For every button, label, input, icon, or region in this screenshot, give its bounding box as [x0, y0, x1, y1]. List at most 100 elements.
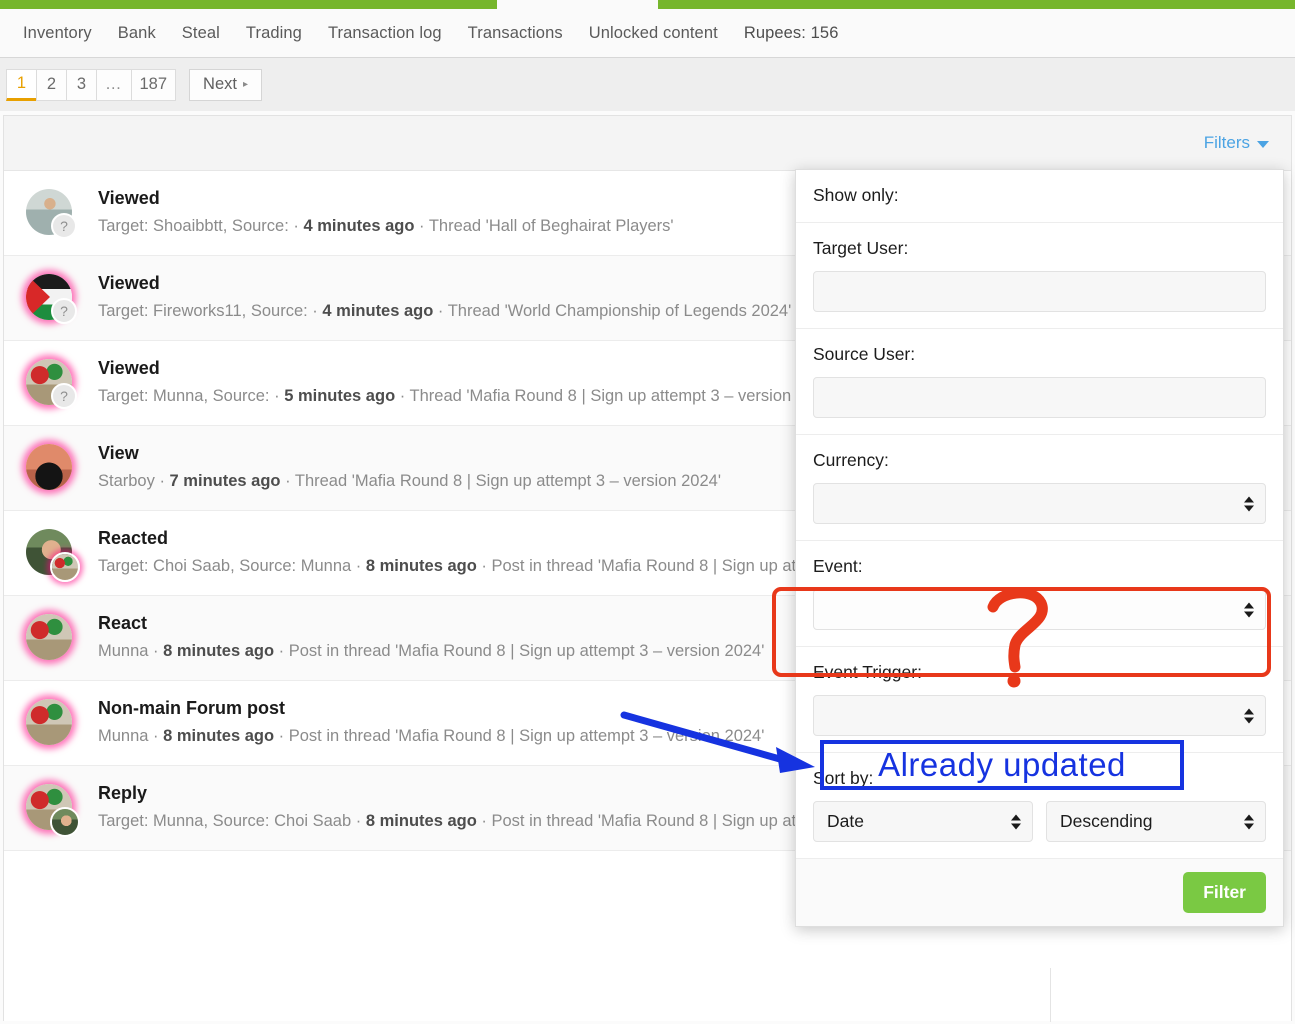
target-user-input[interactable] — [813, 271, 1266, 312]
nav-item-rupees-balance: Rupees: 156 — [743, 23, 839, 42]
row-timestamp: 8 minutes ago — [163, 642, 275, 661]
filters-toggle-button[interactable]: Filters — [1204, 133, 1269, 153]
source-user-section: Source User: — [796, 329, 1283, 435]
row-source-prefix: , Source: — [241, 302, 313, 321]
event-trigger-section: Event Trigger: — [796, 647, 1283, 753]
row-target-user[interactable]: Munna — [153, 387, 203, 405]
nav-item-trading[interactable]: Trading — [233, 24, 315, 43]
row-timestamp: 5 minutes ago — [284, 387, 396, 406]
chevron-right-icon: ▸ — [242, 79, 248, 90]
sort-direction-select[interactable]: Descending — [1046, 801, 1266, 842]
nav-item-transactions[interactable]: Transactions — [455, 24, 576, 43]
row-source-prefix: , Source: — [230, 557, 301, 576]
nav-item-transaction-log[interactable]: Transaction log — [315, 24, 455, 43]
row-context[interactable]: Post in thread 'Mafia Round 8 | Sign up … — [289, 727, 765, 745]
row-target-user[interactable]: Choi Saab — [153, 557, 230, 575]
row-user[interactable]: Munna — [98, 642, 148, 660]
row-context[interactable]: Thread 'World Championship of Legends 20… — [448, 302, 792, 320]
event-select[interactable] — [813, 589, 1266, 630]
avatar-wrapper: ? — [22, 187, 80, 239]
filters-toggle-label: Filters — [1203, 133, 1250, 152]
row-source-prefix: , Source: — [203, 387, 275, 406]
row-target-prefix: Target: — [98, 302, 154, 321]
page-button-3[interactable]: 3 — [66, 68, 97, 101]
row-user[interactable]: Starboy — [98, 472, 155, 490]
page-root: Inventory Bank Steal Trading Transaction… — [0, 0, 1295, 1024]
filter-submit-button[interactable]: Filter — [1183, 872, 1266, 913]
select-spinner-icon — [1244, 708, 1254, 723]
list-toolbar: Filters — [4, 116, 1291, 171]
nav-item-steal[interactable]: Steal — [169, 24, 233, 43]
event-trigger-select[interactable] — [813, 695, 1266, 736]
page-button-187[interactable]: 187 — [130, 68, 177, 101]
row-context[interactable]: Thread 'Mafia Round 8 | Sign up attempt … — [295, 472, 721, 490]
row-timestamp: 8 minutes ago — [365, 812, 477, 831]
row-target-prefix: Target: — [98, 557, 154, 576]
accent-segment-left — [0, 0, 497, 9]
select-spinner-icon — [1011, 814, 1021, 829]
currency-label: Currency: — [813, 450, 889, 470]
sort-field-value: Date — [827, 811, 864, 831]
question-badge-icon: ? — [51, 383, 77, 409]
page-button-2[interactable]: 2 — [36, 68, 67, 101]
row-source-prefix: , Source: — [222, 217, 294, 236]
nav-item-inventory[interactable]: Inventory — [10, 24, 105, 43]
target-user-section: Target User: — [796, 223, 1283, 329]
nav-item-unlocked-content[interactable]: Unlocked content — [576, 24, 731, 43]
sort-direction-value: Descending — [1060, 811, 1153, 831]
pagination-bar: 1 2 3 … 187 Next ▸ — [0, 58, 1295, 111]
row-context[interactable]: Thread 'Mafia Round 8 | Sign up attempt … — [410, 387, 836, 405]
row-target-user[interactable]: Munna — [153, 812, 203, 830]
event-label: Event: — [813, 556, 863, 576]
row-target-user[interactable]: Fireworks11 — [153, 302, 242, 320]
row-source-prefix: , Source: — [203, 812, 275, 831]
row-source-user[interactable]: Choi Saab — [274, 812, 351, 830]
event-trigger-label: Event Trigger: — [813, 662, 922, 682]
filters-popup: Show only: Target User: Source User: Cur… — [795, 169, 1284, 927]
show-only-label: Show only: — [813, 185, 899, 205]
mini-man-avatar — [50, 807, 80, 837]
next-page-label: Next — [203, 75, 237, 93]
sort-field-select[interactable]: Date — [813, 801, 1033, 842]
row-timestamp: 4 minutes ago — [303, 217, 415, 236]
row-source-user[interactable]: Munna — [301, 557, 351, 575]
mini-crowd-avatar — [50, 552, 80, 582]
avatar-wrapper — [22, 442, 80, 494]
row-timestamp: 7 minutes ago — [169, 472, 281, 491]
select-spinner-icon — [1244, 602, 1254, 617]
select-spinner-icon — [1244, 814, 1254, 829]
question-badge-icon: ? — [51, 298, 77, 324]
select-spinner-icon — [1244, 496, 1254, 511]
row-context[interactable]: Thread 'Hall of Beghairat Players' — [429, 217, 674, 235]
row-timestamp: 4 minutes ago — [322, 302, 434, 321]
accent-segment-right — [658, 0, 1295, 9]
sort-by-section: Sort by: Date Descending — [796, 753, 1283, 859]
target-user-label: Target User: — [813, 238, 909, 258]
popup-footer: Filter — [796, 859, 1283, 926]
main-navbar: Inventory Bank Steal Trading Transaction… — [0, 9, 1295, 58]
top-accent-strip — [0, 0, 1295, 9]
event-section: Event: — [796, 541, 1283, 647]
crowd-avatar — [26, 614, 72, 660]
avatar-wrapper — [22, 697, 80, 749]
currency-section: Currency: — [796, 435, 1283, 541]
currency-select[interactable] — [813, 483, 1266, 524]
source-user-input[interactable] — [813, 377, 1266, 418]
row-target-user[interactable]: Shoaibbtt — [153, 217, 223, 235]
avatar-wrapper — [22, 612, 80, 664]
question-badge-icon: ? — [51, 213, 77, 239]
column-divider — [1050, 968, 1051, 1022]
row-target-prefix: Target: — [98, 217, 154, 236]
dark-figure-avatar — [26, 444, 72, 490]
nav-item-bank[interactable]: Bank — [105, 24, 169, 43]
row-context[interactable]: Post in thread 'Mafia Round 8 | Sign up … — [289, 642, 765, 660]
crowd-avatar — [26, 699, 72, 745]
next-page-button[interactable]: Next ▸ — [189, 68, 262, 101]
show-only-section: Show only: — [796, 170, 1283, 223]
row-target-prefix: Target: — [98, 387, 154, 406]
row-user[interactable]: Munna — [98, 727, 148, 745]
sort-by-label: Sort by: — [813, 768, 874, 788]
source-user-label: Source User: — [813, 344, 916, 364]
page-button-1[interactable]: 1 — [6, 68, 37, 101]
avatar-wrapper: ? — [22, 357, 80, 409]
